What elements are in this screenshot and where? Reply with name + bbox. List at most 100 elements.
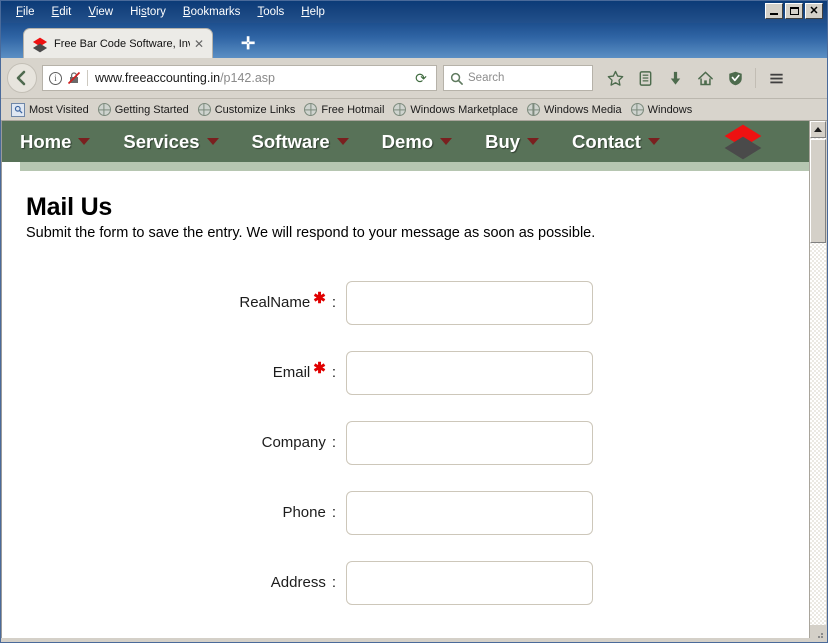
diamond-logo-icon[interactable] [717, 123, 769, 161]
bookmark-label: Customize Links [215, 104, 296, 116]
menu-edit[interactable]: Edit [44, 3, 81, 21]
menu-bookmarks[interactable]: Bookmarks [175, 3, 250, 21]
chevron-down-icon [337, 138, 349, 145]
bookmarks-bar: Most Visited Getting Started Customize L… [1, 99, 827, 121]
field-label-address: Address : [26, 573, 336, 593]
scroll-up-button[interactable] [810, 121, 826, 138]
page-viewport: Home Services Software Demo Buy [1, 121, 811, 643]
field-row-company: Company : [26, 421, 811, 465]
site-nav-label: Home [20, 131, 71, 153]
field-row-email: Email ✱ : [26, 351, 811, 395]
bookmark-getting-started[interactable]: Getting Started [96, 103, 196, 116]
required-marker: ✱ [313, 293, 326, 304]
close-icon: ✕ [809, 6, 818, 17]
menu-file[interactable]: File [8, 3, 44, 21]
arrow-up-icon [814, 127, 822, 132]
chevron-down-icon [648, 138, 660, 145]
sync-shield-icon[interactable] [721, 64, 749, 92]
search-placeholder: Search [468, 72, 504, 84]
tab-title: Free Bar Code Software, Inv... [54, 38, 190, 50]
url-host: www.freeaccounting.in [95, 71, 220, 85]
chevron-down-icon [440, 138, 452, 145]
browser-window: File Edit View History Bookmarks Tools H… [0, 0, 828, 643]
site-navigation: Home Services Software Demo Buy [2, 121, 811, 162]
globe-icon [198, 103, 211, 116]
required-marker: ✱ [313, 363, 326, 374]
bookmark-label: Most Visited [29, 104, 89, 116]
site-nav-home[interactable]: Home [20, 131, 90, 153]
site-nav-software[interactable]: Software [252, 131, 349, 153]
field-row-realname: RealName ✱ : [26, 281, 811, 325]
globe-icon [98, 103, 111, 116]
site-nav-label: Services [123, 131, 199, 153]
bookmark-star-icon[interactable] [601, 64, 629, 92]
minimize-icon [770, 13, 778, 15]
realname-input[interactable] [346, 281, 593, 325]
info-icon[interactable]: i [49, 72, 62, 85]
tab-active[interactable]: Free Bar Code Software, Inv... ✕ [23, 28, 213, 58]
field-label-email: Email ✱ : [26, 363, 336, 383]
site-nav-services[interactable]: Services [123, 131, 218, 153]
back-button[interactable] [7, 63, 37, 93]
bookmark-customize-links[interactable]: Customize Links [196, 103, 303, 116]
menu-help[interactable]: Help [293, 3, 334, 21]
scrollbar-thumb[interactable] [810, 139, 826, 243]
toolbar-icons [601, 64, 790, 92]
phone-input[interactable] [346, 491, 593, 535]
vertical-scrollbar[interactable] [809, 121, 826, 643]
bookmark-windows-media[interactable]: Windows Media [525, 103, 629, 116]
site-nav-label: Buy [485, 131, 520, 153]
page-frame: Home Services Software Demo Buy [1, 121, 811, 643]
globe-icon [393, 103, 406, 116]
site-nav-buy[interactable]: Buy [485, 131, 539, 153]
url-separator [87, 70, 88, 86]
search-box[interactable]: Search [443, 65, 593, 91]
chevron-down-icon [527, 138, 539, 145]
bookmark-label: Windows [648, 104, 693, 116]
field-label-text: Address [271, 573, 326, 593]
bookmark-free-hotmail[interactable]: Free Hotmail [302, 103, 391, 116]
navigation-toolbar: i www.freeaccounting.in/p142.asp ⟳ Searc… [1, 58, 827, 99]
bookmark-most-visited[interactable]: Most Visited [9, 103, 96, 117]
bookmark-windows-marketplace[interactable]: Windows Marketplace [391, 103, 525, 116]
downloads-icon[interactable] [661, 64, 689, 92]
window-bottom-edge [1, 638, 827, 642]
field-colon: : [332, 573, 336, 593]
field-colon: : [332, 293, 336, 313]
minimize-button[interactable] [765, 3, 783, 19]
menu-hamburger-icon[interactable] [762, 64, 790, 92]
globe-icon [304, 103, 317, 116]
bookmark-label: Getting Started [115, 104, 189, 116]
field-label-company: Company : [26, 433, 336, 453]
url-bar[interactable]: i www.freeaccounting.in/p142.asp ⟳ [42, 65, 437, 91]
resize-grip[interactable] [810, 625, 826, 641]
chevron-down-icon [78, 138, 90, 145]
site-nav-label: Software [252, 131, 330, 153]
email-input[interactable] [346, 351, 593, 395]
tab-close-icon[interactable]: ✕ [190, 38, 208, 50]
new-tab-button[interactable]: ✛ [241, 35, 255, 52]
company-input[interactable] [346, 421, 593, 465]
chevron-down-icon [207, 138, 219, 145]
site-nav-demo[interactable]: Demo [382, 131, 452, 153]
close-button[interactable]: ✕ [805, 3, 823, 19]
library-icon[interactable] [631, 64, 659, 92]
menu-view[interactable]: View [80, 3, 122, 21]
bookmark-label: Windows Marketplace [410, 104, 518, 116]
site-identity[interactable]: i [47, 71, 87, 85]
site-nav-contact[interactable]: Contact [572, 131, 660, 153]
globe-icon [527, 103, 540, 116]
home-icon[interactable] [691, 64, 719, 92]
bookmark-windows[interactable]: Windows [629, 103, 700, 116]
maximize-button[interactable] [785, 3, 803, 19]
menu-history[interactable]: History [122, 3, 175, 21]
tab-strip: Free Bar Code Software, Inv... ✕ ✛ [1, 23, 827, 58]
bookmark-label: Free Hotmail [321, 104, 384, 116]
reload-icon[interactable]: ⟳ [410, 70, 432, 87]
field-label-phone: Phone : [26, 503, 336, 523]
url-text: www.freeaccounting.in/p142.asp [95, 71, 410, 85]
site-nav-label: Demo [382, 131, 433, 153]
window-controls: ✕ [765, 3, 823, 19]
address-input[interactable] [346, 561, 593, 605]
menu-tools[interactable]: Tools [249, 3, 293, 21]
